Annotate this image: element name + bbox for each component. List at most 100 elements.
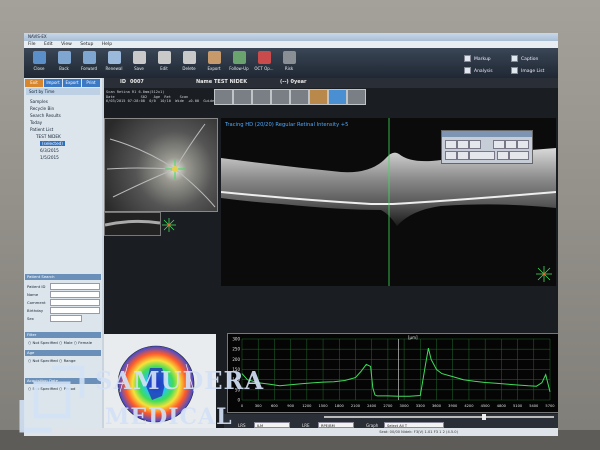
step-forward-button[interactable] — [497, 151, 509, 160]
forward-button[interactable]: Forward — [78, 51, 100, 75]
previous-button[interactable] — [445, 140, 457, 149]
tool-window-titlebar — [442, 131, 532, 137]
step-back-button[interactable] — [457, 151, 469, 160]
risk-icon — [282, 51, 296, 64]
birthday-input[interactable] — [50, 307, 100, 314]
patient-id-input[interactable] — [50, 283, 100, 290]
tab-export[interactable]: Export — [63, 79, 81, 87]
menu-edit[interactable]: Edit — [44, 42, 53, 47]
tree-item-samples[interactable]: Samples — [30, 99, 48, 104]
delete-button[interactable]: Delete — [178, 51, 200, 75]
follow-up-icon — [232, 51, 246, 64]
tab-import[interactable]: Import — [44, 79, 62, 87]
thumbnail[interactable] — [309, 89, 328, 105]
caption-checkbox[interactable]: Caption — [511, 55, 538, 62]
x-tick-label: 1200 — [302, 404, 312, 408]
position-slider-thumb[interactable] — [482, 414, 486, 420]
back-button[interactable]: Back — [53, 51, 75, 75]
settings-button[interactable] — [509, 151, 529, 160]
tree-item-search-results[interactable]: Search Results — [30, 113, 61, 118]
x-tick-label: 5700 — [545, 404, 555, 408]
name-input[interactable] — [50, 291, 100, 298]
sort-dropdown[interactable]: Sort by Time — [26, 88, 100, 95]
x-tick-label: 5400 — [529, 404, 539, 408]
fundus-image[interactable] — [104, 118, 218, 212]
sex-select[interactable] — [50, 315, 82, 322]
toolbar-button-label: Back — [59, 66, 69, 71]
filter-options[interactable]: ○ Not Specified ○ Male ○ Female — [28, 340, 92, 345]
position-slider-track[interactable] — [324, 416, 554, 418]
name-label: Name — [27, 292, 39, 297]
thumbnail[interactable] — [271, 89, 290, 105]
comment-label: Comment — [27, 300, 46, 305]
x-tick-label: 3900 — [448, 404, 458, 408]
edit-button[interactable]: Edit — [153, 51, 175, 75]
oct-op-button[interactable]: OCT Op... — [253, 51, 275, 75]
edit-icon — [157, 51, 171, 64]
toolbar-button-label: Follow-Up — [229, 66, 249, 71]
thumbnail[interactable] — [214, 89, 233, 105]
markup-label: Markup — [474, 57, 491, 62]
tab-exit[interactable]: Exit — [25, 79, 43, 87]
tab-print[interactable]: Print — [82, 79, 100, 87]
pan-button[interactable] — [469, 140, 481, 149]
tree-item-recycle-bin[interactable]: Recycle Bin — [30, 106, 54, 111]
stop-button[interactable] — [505, 140, 517, 149]
menu-view[interactable]: View — [61, 42, 72, 47]
play-button[interactable] — [493, 140, 505, 149]
x-tick-label: 300 — [255, 404, 263, 408]
tree-item-exam-selected[interactable]: (selected) — [40, 141, 65, 146]
window-title: NAVIS-EX — [28, 34, 47, 39]
thumbnail[interactable] — [347, 89, 366, 105]
window-titlebar: NAVIS-EX — [24, 33, 558, 41]
risk-button[interactable]: Risk — [278, 51, 300, 75]
graph-unit-label: [µm] — [408, 335, 418, 340]
x-tick-label: 4200 — [464, 404, 474, 408]
sort-label: Sort by Time — [29, 89, 55, 94]
tree-item-patient[interactable]: TEST NIDEK — [36, 134, 61, 139]
x-tick-label: 900 — [287, 404, 295, 408]
next-button[interactable] — [517, 140, 529, 149]
renewal-button[interactable]: Renewal — [103, 51, 125, 75]
tree-item-today[interactable]: Today — [30, 120, 42, 125]
thumbnail[interactable] — [328, 89, 347, 105]
x-tick-label: 4800 — [497, 404, 507, 408]
export-button[interactable]: Export — [203, 51, 225, 75]
y-tick-label: 300 — [232, 337, 240, 342]
x-tick-label: 3600 — [432, 404, 442, 408]
frame-counter — [469, 151, 495, 160]
patient-name-value: TEST NIDEK — [214, 79, 248, 85]
patient-age-value: (--) 0year — [280, 79, 307, 85]
fundus-vessels — [106, 123, 216, 208]
scan-header-text: Scan Retina R1 6.0mm(512x1) Date S02 Age… — [106, 90, 225, 104]
compass-icon — [162, 218, 176, 232]
y-tick-label: 0 — [237, 398, 240, 403]
toolbar-button-label: Renewal — [105, 66, 123, 71]
first-frame-button[interactable] — [445, 151, 457, 160]
close-button[interactable]: Close — [28, 51, 50, 75]
zoom-button[interactable] — [457, 140, 469, 149]
menu-bar: File Edit View Setup Help — [24, 41, 558, 48]
mini-scan-preview[interactable] — [104, 212, 161, 236]
tree-item-exam-1[interactable]: 6/3/2015 — [40, 148, 59, 153]
x-tick-label: 2400 — [367, 404, 377, 408]
thickness-chart: 0501001502002503000 300 600 900 1200 1500 1800… — [232, 337, 555, 409]
patient-id-caption: ID — [120, 79, 127, 85]
toolbar-button-label: Delete — [182, 66, 196, 71]
tree-item-exam-2[interactable]: 1/5/2015 — [40, 155, 59, 160]
menu-file[interactable]: File — [28, 42, 36, 47]
thumbnail[interactable] — [290, 89, 309, 105]
save-button[interactable]: Save — [128, 51, 150, 75]
tree-item-patient-list[interactable]: Patient List — [30, 127, 53, 132]
toolbar-button-label: Save — [134, 66, 144, 71]
thumbnail[interactable] — [252, 89, 271, 105]
delete-icon — [182, 51, 196, 64]
image-list-checkbox[interactable]: Image List — [511, 67, 544, 74]
thumbnail[interactable] — [233, 89, 252, 105]
analysis-checkbox[interactable]: Analysis — [464, 67, 493, 74]
follow-up-button[interactable]: Follow-Up — [228, 51, 250, 75]
markup-checkbox[interactable]: Markup — [464, 55, 491, 62]
menu-setup[interactable]: Setup — [80, 42, 93, 47]
comment-input[interactable] — [50, 299, 100, 306]
menu-help[interactable]: Help — [102, 42, 112, 47]
